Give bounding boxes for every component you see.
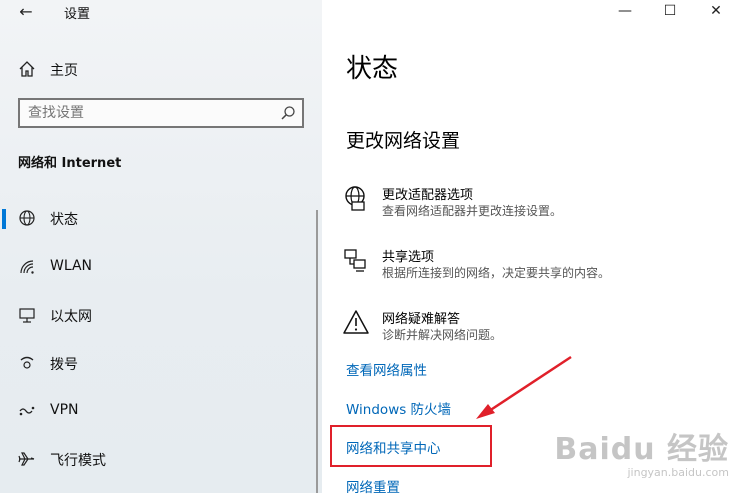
sidebar-item-label: 拨号 bbox=[50, 357, 78, 373]
watermark: Baidu 经验 jingyan.baidu.com bbox=[554, 424, 729, 479]
vpn-icon bbox=[19, 406, 35, 416]
sidebar-item-airplane[interactable]: 飞行模式 bbox=[0, 441, 322, 477]
sidebar-item-vpn[interactable]: VPN bbox=[0, 393, 322, 429]
adapter-icon bbox=[345, 186, 365, 211]
section-title: 更改网络设置 bbox=[346, 130, 461, 152]
link-windows-firewall[interactable]: Windows 防火墙 bbox=[346, 398, 451, 418]
search-input[interactable] bbox=[28, 105, 268, 121]
home-icon bbox=[19, 61, 35, 77]
option-description: 根据所连接到的网络，决定要共享的内容。 bbox=[382, 266, 611, 280]
wifi-icon bbox=[20, 260, 34, 274]
option-adapter[interactable]: 更改适配器选项 查看网络适配器并更改连接设置。 bbox=[342, 184, 722, 228]
link-network-properties[interactable]: 查看网络属性 bbox=[346, 359, 427, 379]
sharing-icon bbox=[344, 249, 366, 272]
sidebar-item-label: VPN bbox=[50, 402, 79, 418]
sidebar-item-wlan[interactable]: WLAN bbox=[0, 249, 322, 285]
sidebar-scrollbar[interactable] bbox=[316, 210, 318, 493]
option-title: 共享选项 bbox=[382, 250, 435, 265]
title-bar: ← 设置 bbox=[0, 0, 322, 24]
option-title: 网络疑难解答 bbox=[382, 312, 461, 327]
maximize-button[interactable]: ☐ bbox=[647, 0, 693, 24]
ethernet-icon bbox=[19, 308, 35, 323]
warning-icon bbox=[343, 310, 369, 334]
link-network-sharing-center[interactable]: 网络和共享中心 bbox=[346, 437, 441, 457]
sidebar-item-label: 飞行模式 bbox=[50, 453, 106, 469]
option-title: 更改适配器选项 bbox=[382, 188, 474, 203]
search-box[interactable] bbox=[18, 98, 304, 128]
sidebar-item-home[interactable]: 主页 bbox=[0, 52, 322, 86]
home-label: 主页 bbox=[50, 63, 78, 79]
close-button[interactable]: ✕ bbox=[693, 0, 739, 24]
sidebar-item-status[interactable]: 状态 bbox=[0, 200, 322, 236]
search-icon[interactable] bbox=[280, 105, 296, 121]
dialup-icon bbox=[20, 356, 34, 369]
section-heading: 网络和 Internet bbox=[18, 156, 122, 171]
airplane-icon bbox=[18, 452, 35, 466]
sidebar-item-ethernet[interactable]: 以太网 bbox=[0, 297, 322, 333]
main-panel: — ☐ ✕ 状态 更改网络设置 更改适配器选项 查看网络适配器并更改连接设置。 … bbox=[322, 0, 739, 496]
minimize-button[interactable]: — bbox=[602, 0, 648, 24]
watermark-logo: Baidu 经验 bbox=[554, 432, 729, 467]
sidebar-item-label: 以太网 bbox=[50, 309, 92, 325]
link-network-reset[interactable]: 网络重置 bbox=[346, 476, 400, 496]
sidebar-item-dialup[interactable]: 拨号 bbox=[0, 345, 322, 381]
option-sharing[interactable]: 共享选项 根据所连接到的网络，决定要共享的内容。 bbox=[342, 246, 722, 290]
option-troubleshoot[interactable]: 网络疑难解答 诊断并解决网络问题。 bbox=[342, 308, 722, 352]
option-description: 查看网络适配器并更改连接设置。 bbox=[382, 204, 563, 218]
page-title: 状态 bbox=[346, 54, 399, 84]
sidebar: ← 设置 主页 网络和 Internet 状态 WLAN bbox=[0, 0, 322, 493]
option-description: 诊断并解决网络问题。 bbox=[382, 328, 503, 342]
sidebar-item-label: 状态 bbox=[50, 212, 78, 228]
app-title: 设置 bbox=[64, 7, 91, 22]
back-button[interactable]: ← bbox=[14, 2, 38, 22]
sidebar-item-label: WLAN bbox=[50, 258, 93, 274]
globe-icon bbox=[19, 210, 35, 226]
active-indicator bbox=[2, 209, 6, 229]
